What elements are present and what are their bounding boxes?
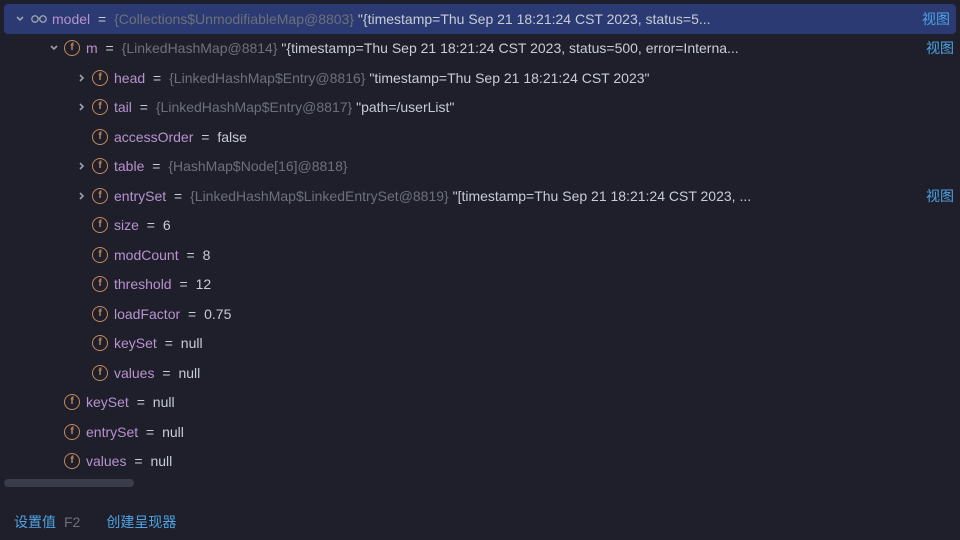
var-name: values — [86, 453, 126, 469]
tree-row[interactable]: fm = {LinkedHashMap@8814} "{timestamp=Th… — [0, 34, 960, 64]
tree-row[interactable]: fvalues = null — [0, 447, 960, 477]
chevron-right-icon[interactable] — [74, 70, 90, 86]
chevron-down-icon[interactable] — [46, 40, 62, 56]
glasses-icon — [30, 10, 48, 28]
set-value-shortcut: F2 — [64, 514, 80, 530]
tree-row[interactable]: fmodCount = 8 — [0, 240, 960, 270]
field-icon: f — [64, 424, 80, 440]
var-name: keySet — [114, 335, 157, 351]
var-value: 0.75 — [204, 306, 231, 322]
var-name: tail — [114, 99, 132, 115]
tree-row[interactable]: model = {Collections$UnmodifiableMap@880… — [4, 4, 956, 34]
var-value: 6 — [163, 217, 171, 233]
tree-row[interactable]: faccessOrder = false — [0, 122, 960, 152]
var-type: {LinkedHashMap@8814} — [122, 40, 282, 56]
view-link[interactable]: 视图 — [922, 38, 954, 58]
tree-row[interactable]: ftable = {HashMap$Node[16]@8818} — [0, 152, 960, 182]
tree-row[interactable]: ftail = {LinkedHashMap$Entry@8817} "path… — [0, 93, 960, 123]
chevron-down-icon[interactable] — [12, 11, 28, 27]
field-icon: f — [92, 276, 108, 292]
var-type: {LinkedHashMap$Entry@8817} — [156, 99, 356, 115]
var-value: null — [153, 394, 175, 410]
var-name: table — [114, 158, 144, 174]
var-value: "[timestamp=Thu Sep 21 18:21:24 CST 2023… — [453, 188, 740, 204]
chevron-right-icon[interactable] — [74, 158, 90, 174]
field-icon: f — [64, 40, 80, 56]
var-value: 12 — [196, 276, 212, 292]
variable-tree[interactable]: model = {Collections$UnmodifiableMap@880… — [0, 0, 960, 476]
field-icon: f — [92, 129, 108, 145]
var-value: null — [178, 365, 200, 381]
field-icon: f — [92, 188, 108, 204]
var-name: model — [52, 11, 90, 27]
field-icon: f — [92, 70, 108, 86]
var-name: keySet — [86, 394, 129, 410]
tree-row[interactable]: fkeySet = null — [0, 329, 960, 359]
field-icon: f — [92, 158, 108, 174]
chevron-right-icon[interactable] — [74, 99, 90, 115]
var-name: entrySet — [86, 424, 138, 440]
var-name: head — [114, 70, 145, 86]
var-value: null — [181, 335, 203, 351]
var-value: null — [162, 424, 184, 440]
field-icon: f — [92, 217, 108, 233]
var-name: entrySet — [114, 188, 166, 204]
view-link[interactable]: 视图 — [922, 186, 954, 206]
var-type: {LinkedHashMap$LinkedEntrySet@8819} — [190, 188, 453, 204]
var-value: "{timestamp=Thu Sep 21 18:21:24 CST 2023… — [281, 40, 727, 56]
var-name: modCount — [114, 247, 179, 263]
var-name: loadFactor — [114, 306, 180, 322]
footer-bar: 设置值 F2 创建呈现器 — [14, 512, 176, 532]
field-icon: f — [92, 365, 108, 381]
tree-row[interactable]: fentrySet = null — [0, 417, 960, 447]
field-icon: f — [64, 453, 80, 469]
tree-row[interactable]: fsize = 6 — [0, 211, 960, 241]
field-icon: f — [92, 99, 108, 115]
tree-row[interactable]: fkeySet = null — [0, 388, 960, 418]
var-value: null — [150, 453, 172, 469]
var-name: values — [114, 365, 154, 381]
var-value: false — [217, 129, 247, 145]
set-value-action[interactable]: 设置值 — [14, 512, 56, 532]
tree-row[interactable]: fhead = {LinkedHashMap$Entry@8816} "time… — [0, 63, 960, 93]
var-value: "timestamp=Thu Sep 21 18:21:24 CST 2023" — [369, 70, 649, 86]
tree-row[interactable]: fentrySet = {LinkedHashMap$LinkedEntrySe… — [0, 181, 960, 211]
var-value: "path=/userList" — [356, 99, 454, 115]
var-name: m — [86, 40, 98, 56]
field-icon: f — [92, 247, 108, 263]
create-renderer-action[interactable]: 创建呈现器 — [106, 512, 176, 532]
var-type: {Collections$UnmodifiableMap@8803} — [114, 11, 358, 27]
var-name: accessOrder — [114, 129, 193, 145]
var-name: threshold — [114, 276, 172, 292]
tree-row[interactable]: fvalues = null — [0, 358, 960, 388]
tree-row[interactable]: floadFactor = 0.75 — [0, 299, 960, 329]
tree-row[interactable]: fthreshold = 12 — [0, 270, 960, 300]
var-type: {HashMap$Node[16]@8818} — [168, 158, 347, 174]
field-icon: f — [64, 394, 80, 410]
scrollbar-thumb[interactable] — [4, 479, 134, 487]
view-link[interactable]: 视图 — [918, 9, 950, 29]
var-type: {LinkedHashMap$Entry@8816} — [169, 70, 369, 86]
h-scrollbar[interactable] — [0, 478, 960, 488]
var-name: size — [114, 217, 139, 233]
var-value: "{timestamp=Thu Sep 21 18:21:24 CST 2023… — [358, 11, 699, 27]
field-icon: f — [92, 306, 108, 322]
var-value: 8 — [203, 247, 211, 263]
field-icon: f — [92, 335, 108, 351]
chevron-right-icon[interactable] — [74, 188, 90, 204]
